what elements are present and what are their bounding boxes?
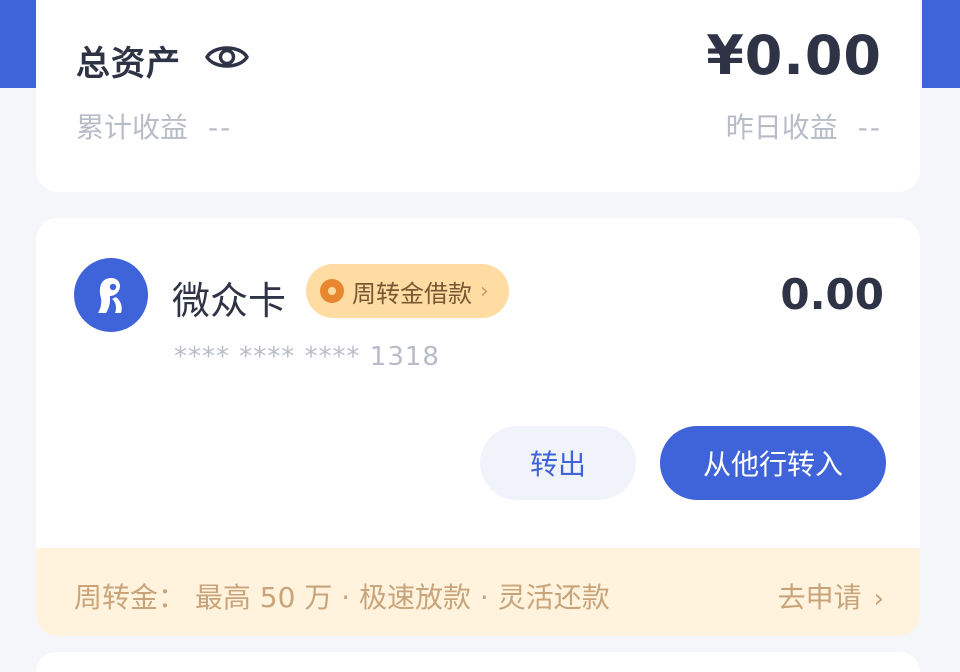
card-number: **** **** **** 1318: [174, 342, 440, 372]
yesterday-earnings-label: 昨日收益: [725, 111, 838, 144]
account-card[interactable]: 微众卡 周转金借款 › 0.00 **** **** **** 1318 转出 …: [36, 218, 920, 548]
cumulative-earnings-label: 累计收益: [76, 111, 189, 144]
cumulative-earnings: 累计收益 --: [76, 106, 232, 146]
promo-text: 周转金： 最高 50 万 · 极速放款 · 灵活还款: [74, 581, 610, 614]
yesterday-earnings: 昨日收益 --: [726, 106, 882, 146]
eye-icon[interactable]: [204, 40, 250, 74]
next-card-edge: [36, 652, 920, 672]
transfer-in-button[interactable]: 从他行转入: [660, 426, 886, 500]
cumulative-earnings-value: --: [208, 111, 233, 144]
apply-link[interactable]: 去申请 ›: [778, 576, 884, 616]
total-assets-card: 总资产 ¥0.00 累计收益 -- 昨日收益 --: [36, 0, 920, 192]
total-assets-title: 总资产: [76, 44, 181, 84]
loan-badge-label: 周转金借款: [352, 279, 472, 308]
loan-badge[interactable]: 周转金借款 ›: [306, 264, 509, 318]
total-assets-value: ¥0.00: [706, 24, 882, 87]
chevron-right-icon: ›: [873, 584, 884, 614]
yesterday-earnings-value: --: [857, 111, 882, 144]
bank-logo-icon: [74, 258, 148, 332]
promo-banner[interactable]: 周转金： 最高 50 万 · 极速放款 · 灵活还款 去申请 ›: [36, 548, 920, 636]
apply-link-label: 去申请: [777, 581, 862, 614]
header-background-right: [922, 0, 960, 88]
card-name: 微众卡: [172, 279, 287, 323]
card-balance: 0.00: [780, 270, 884, 319]
header-background-left: [0, 0, 36, 88]
transfer-out-button[interactable]: 转出: [480, 426, 636, 500]
coin-icon: [320, 279, 344, 303]
chevron-right-icon: ›: [480, 278, 489, 304]
